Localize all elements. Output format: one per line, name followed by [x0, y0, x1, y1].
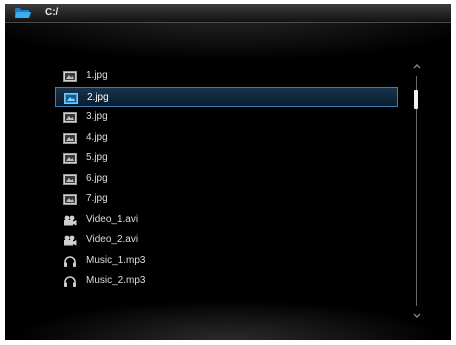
headphones-icon [64, 255, 76, 267]
list-item-4-jpg[interactable]: 4.jpg [55, 128, 398, 149]
file-name: 5.jpg [86, 152, 108, 163]
list-item-7-jpg[interactable]: 7.jpg [55, 189, 398, 210]
list-item-1-jpg[interactable]: 1.jpg [55, 66, 398, 87]
file-name: 7.jpg [86, 193, 108, 204]
image-icon [63, 71, 77, 82]
scrollbar[interactable] [409, 60, 425, 322]
list-item-music-2[interactable]: Music_2.mp3 [55, 271, 398, 292]
image-icon [63, 194, 77, 205]
file-name: Video_1.avi [86, 213, 139, 225]
file-name: 2.jpg [87, 91, 109, 103]
file-name: Music_1.mp3 [86, 254, 146, 266]
file-name: Video_2.avi [86, 234, 139, 245]
media-browser-screen: C:/ 1.jpg 2.jpg 3.jpg 4.jpg 5.jpg 6.jpg … [5, 4, 451, 340]
scrollbar-thumb[interactable] [414, 90, 418, 109]
image-icon [63, 132, 77, 144]
file-name: 3.jpg [86, 111, 108, 122]
headphones-icon [64, 276, 76, 287]
list-item-music-1[interactable]: Music_1.mp3 [55, 251, 398, 272]
file-list: 1.jpg 2.jpg 3.jpg 4.jpg 5.jpg 6.jpg 7.jp… [55, 66, 398, 292]
image-icon [63, 173, 77, 185]
list-item-video-2[interactable]: Video_2.avi [55, 230, 398, 251]
file-name: 6.jpg [86, 172, 108, 184]
path-bar: C:/ [5, 4, 451, 23]
chevron-down-icon[interactable] [412, 312, 422, 320]
file-name: Music_2.mp3 [86, 275, 146, 286]
list-item-2-jpg[interactable]: 2.jpg [55, 86, 398, 107]
video-icon [64, 235, 77, 246]
folder-icon [15, 8, 31, 18]
image-icon [63, 153, 77, 164]
list-item-6-jpg[interactable]: 6.jpg [55, 169, 398, 190]
scrollbar-track[interactable] [416, 76, 417, 306]
image-icon [63, 112, 77, 123]
video-icon [64, 215, 77, 225]
list-item-3-jpg[interactable]: 3.jpg [55, 107, 398, 128]
file-name: 1.jpg [86, 70, 108, 81]
chevron-up-icon[interactable] [412, 62, 422, 70]
list-item-5-jpg[interactable]: 5.jpg [55, 148, 398, 169]
file-name: 4.jpg [86, 131, 108, 143]
current-path: C:/ [45, 7, 59, 18]
list-item-video-1[interactable]: Video_1.avi [55, 210, 398, 231]
image-icon [64, 92, 78, 104]
